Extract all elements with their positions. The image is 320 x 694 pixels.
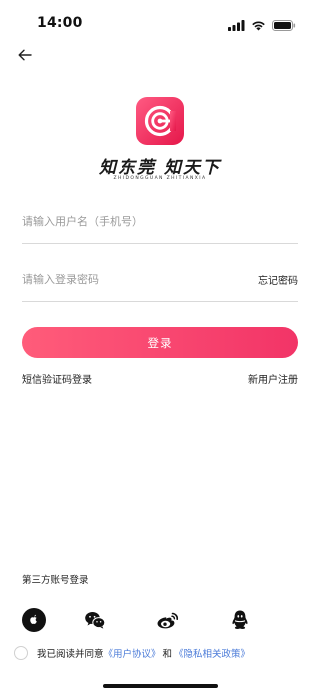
login-button[interactable]: 登录 [22,327,298,358]
username-input[interactable] [22,206,222,236]
wechat-icon [83,608,107,636]
username-field [22,206,298,244]
password-field: 忘记密码 [22,264,298,302]
agreement-row: 我已阅读并同意 《用户协议》 和 《隐私相关政策》 [14,646,250,660]
sms-login-link[interactable]: 短信验证码登录 [22,371,92,386]
arrow-left-icon [18,46,32,65]
signal-icon [228,16,245,35]
status-bar: 14:00 [0,0,320,46]
forgot-password-link[interactable]: 忘记密码 [258,272,298,287]
agreement-prefix: 我已阅读并同意 [37,649,104,660]
qq-icon [228,608,252,636]
slogan-chinese: 知东莞 知天下 [99,158,221,178]
eye-logo-icon [136,97,184,149]
agreement-checkbox[interactable] [14,646,28,660]
slogan-pinyin: ZHIDONGGUAN ZHITIANXIA [113,176,207,181]
third-party-title: 第三方账号登录 [22,575,89,586]
status-icons [228,16,296,35]
register-link[interactable]: 新用户注册 [248,371,298,386]
weibo-login-button[interactable] [156,610,180,634]
home-indicator [103,684,218,688]
privacy-policy-link[interactable]: 《隐私相关政策》 [174,646,250,660]
back-button[interactable] [16,46,34,64]
battery-icon [272,16,296,35]
qq-login-button[interactable] [228,610,252,634]
wechat-login-button[interactable] [83,610,107,634]
wifi-icon [251,16,266,35]
weibo-icon [155,608,181,636]
user-agreement-link[interactable]: 《用户协议》 [104,646,161,660]
agreement-and: 和 [162,649,173,660]
password-input[interactable] [22,264,222,294]
status-time: 14:00 [37,15,83,31]
app-logo [136,97,184,145]
apple-login-button[interactable] [22,608,46,636]
apple-icon [22,608,46,636]
